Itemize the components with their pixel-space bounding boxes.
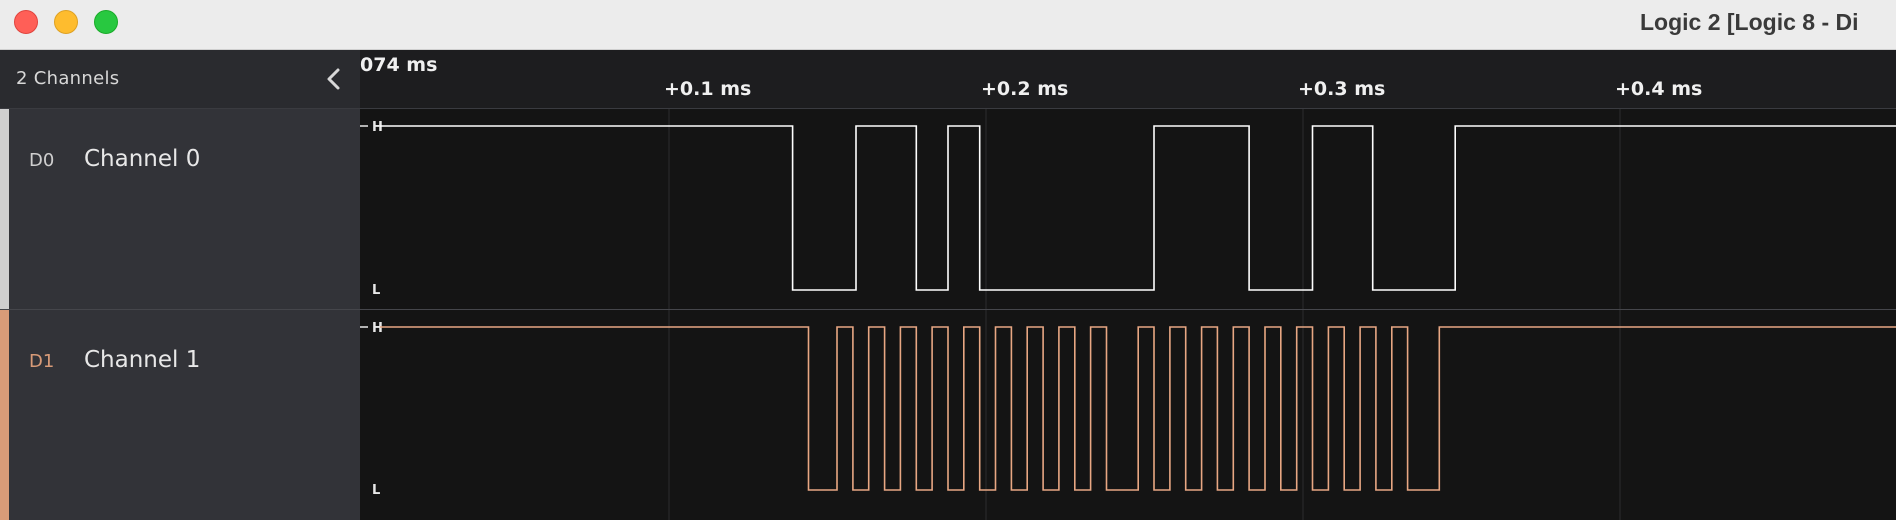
- high-level-label: H: [372, 120, 383, 135]
- channel-divider: [0, 309, 1896, 310]
- waveform-trace-1[interactable]: [380, 326, 1896, 491]
- zoom-window-button[interactable]: [94, 10, 118, 34]
- close-window-button[interactable]: [14, 10, 38, 34]
- channel-name[interactable]: Channel 0: [84, 146, 200, 172]
- collapse-sidebar-button[interactable]: [318, 63, 350, 95]
- time-tick-label: +0.4 ms: [1615, 78, 1703, 100]
- waveform-trace-0[interactable]: [380, 125, 1896, 291]
- time-tick-label: +0.3 ms: [1298, 78, 1386, 100]
- channel-color-marker: [0, 310, 9, 520]
- waveform-view[interactable]: H L H L: [360, 109, 1896, 520]
- title-bar: Logic 2 [Logic 8 - Di: [0, 0, 1896, 50]
- channel-tag: D1: [29, 351, 55, 372]
- channel-count-label: 2 Channels: [16, 68, 120, 89]
- chevron-left-icon: [327, 68, 340, 90]
- channel-tag: D0: [29, 150, 55, 171]
- time-tick-label: +0.1 ms: [664, 78, 752, 100]
- waveform-canvas[interactable]: H L H L: [360, 109, 1896, 520]
- window-title: Logic 2 [Logic 8 - Di: [1640, 9, 1859, 35]
- channels-panel-header: 2 Channels: [0, 50, 360, 109]
- high-level-label: H: [372, 321, 383, 336]
- channel-name[interactable]: Channel 1: [84, 347, 200, 373]
- channel-row-0[interactable]: D0 Channel 0: [0, 109, 360, 309]
- low-level-label: L: [372, 283, 380, 298]
- minimize-window-button[interactable]: [54, 10, 78, 34]
- time-ruler[interactable]: 074 ms +0.1 ms +0.2 ms +0.3 ms +0.4 ms: [360, 50, 1896, 109]
- channel-color-marker: [0, 109, 9, 309]
- low-level-label: L: [372, 483, 380, 498]
- time-tick-label: +0.2 ms: [981, 78, 1069, 100]
- channel-row-1[interactable]: D1 Channel 1: [0, 310, 360, 520]
- time-origin-label: 074 ms: [360, 54, 438, 76]
